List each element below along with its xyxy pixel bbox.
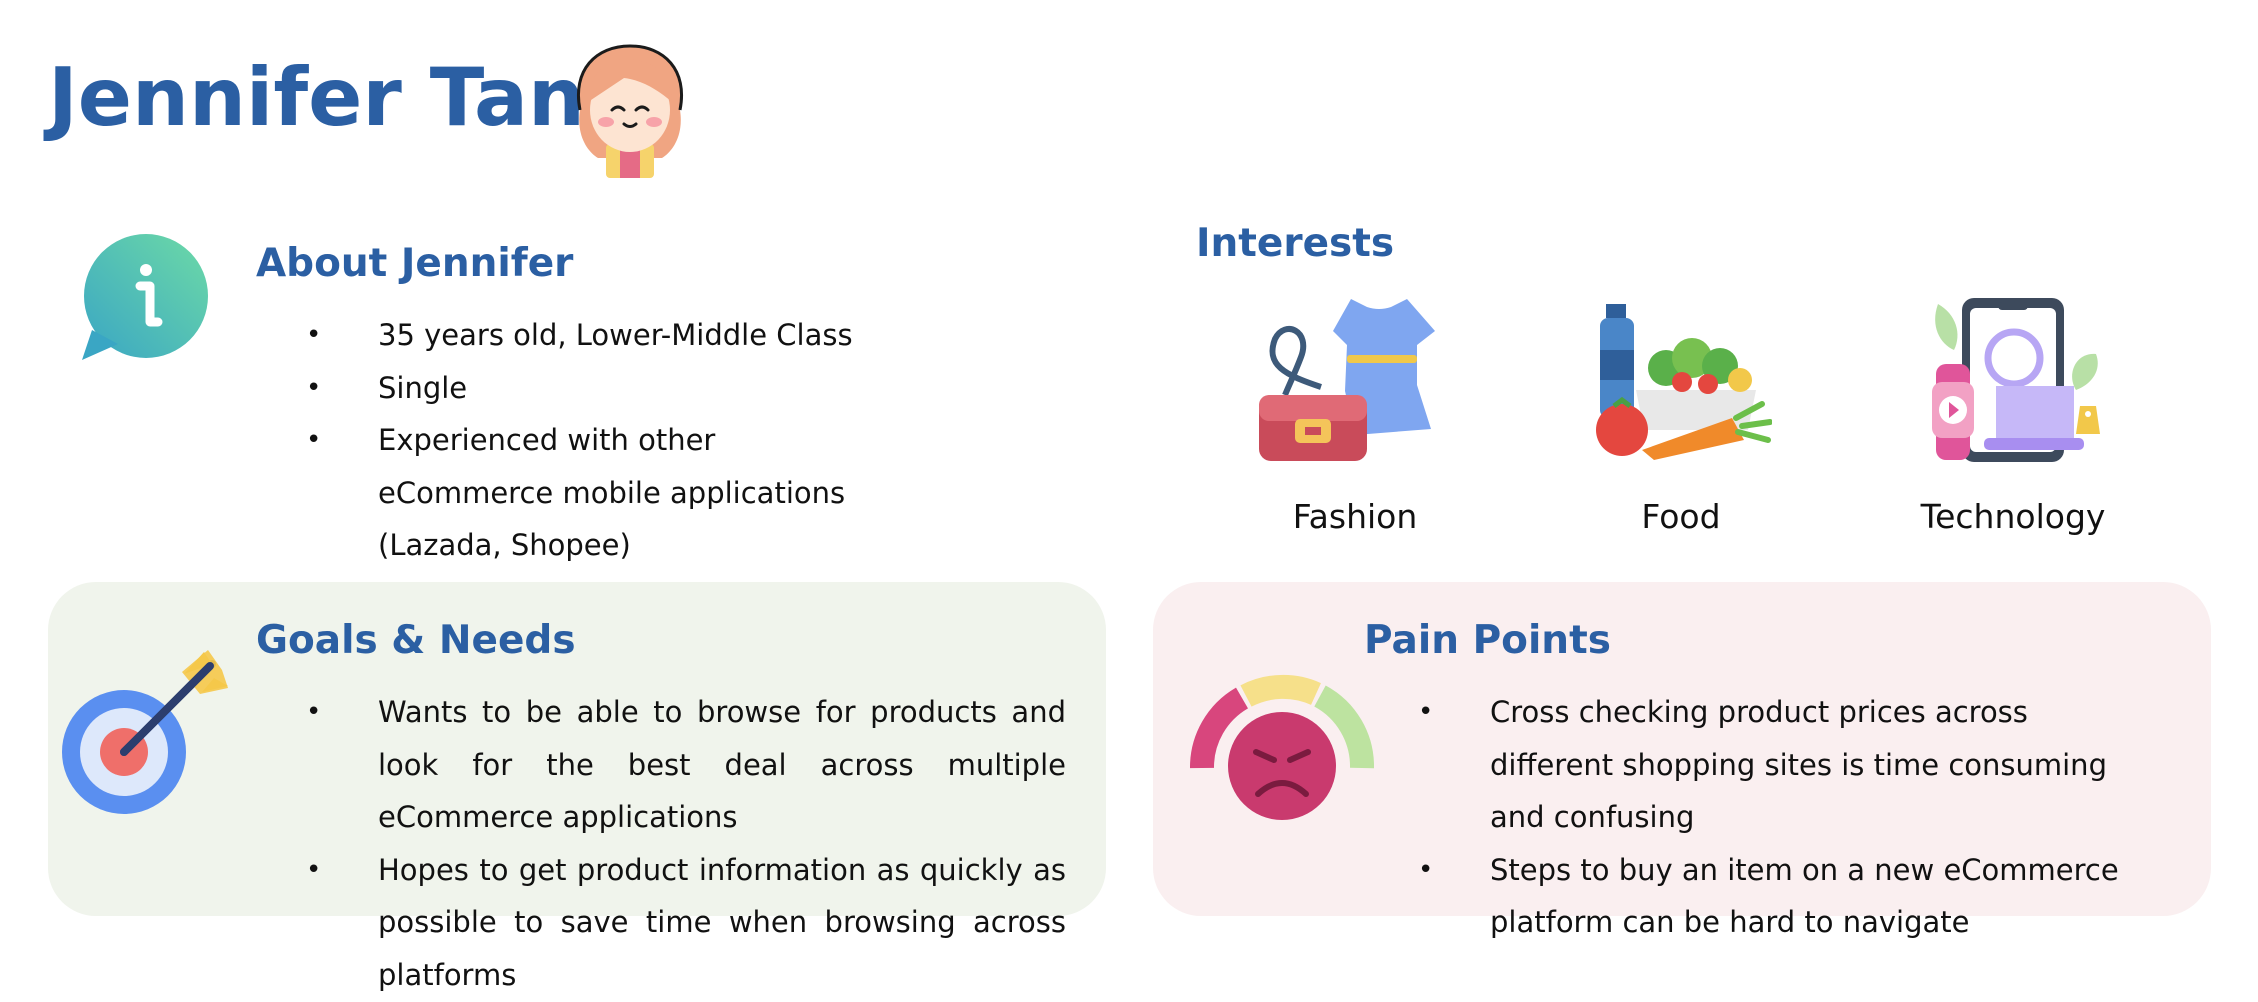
goals-heading: Goals & Needs — [256, 618, 576, 663]
list-item: Wants to be able to browse for products … — [266, 686, 1066, 844]
frustrated-face-gauge-icon — [1186, 672, 1378, 828]
list-item: Steps to buy an item on a new eCommerce … — [1378, 844, 2130, 949]
interests-heading: Interests — [1196, 221, 1395, 266]
interest-label-fashion: Fashion — [1292, 497, 1418, 536]
about-list: 35 years old, Lower-Middle Class Single … — [266, 309, 966, 572]
info-bubble-icon — [78, 234, 210, 362]
interest-label-food: Food — [1641, 497, 1721, 536]
food-icon — [1592, 300, 1773, 465]
fashion-icon — [1255, 295, 1435, 465]
list-item: Experienced with other eCommerce mobile … — [266, 414, 878, 572]
pain-points-heading: Pain Points — [1364, 618, 1611, 663]
persona-name: Jennifer Tan — [48, 51, 585, 144]
list-item: Hopes to get product information as quic… — [266, 844, 1066, 1002]
list-item: 35 years old, Lower-Middle Class — [266, 309, 966, 362]
goals-list: Wants to be able to browse for products … — [266, 686, 1066, 1002]
list-item: Cross checking product prices across dif… — [1378, 686, 2130, 844]
list-item: Single — [266, 362, 966, 415]
technology-icon — [1926, 294, 2106, 469]
about-heading: About Jennifer — [256, 241, 574, 286]
girl-avatar-icon — [566, 40, 694, 180]
target-icon — [60, 648, 230, 816]
interest-label-technology: Technology — [1920, 497, 2106, 536]
pain-points-list: Cross checking product prices across dif… — [1378, 686, 2168, 949]
